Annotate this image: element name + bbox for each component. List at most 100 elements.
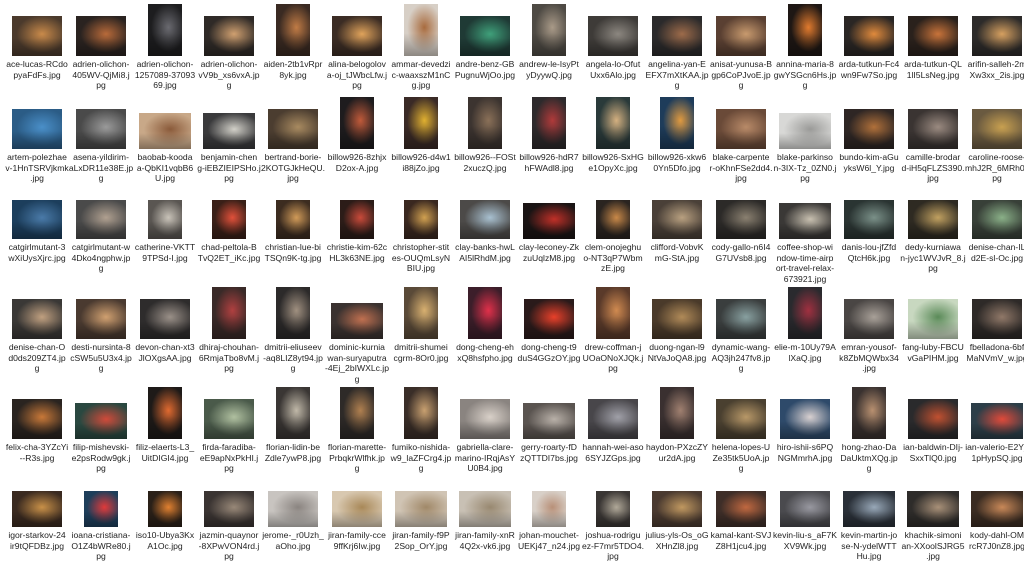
file-thumbnail[interactable] <box>75 403 127 439</box>
file-thumbnail[interactable] <box>716 200 766 239</box>
file-thumbnail[interactable] <box>779 113 831 149</box>
file-thumbnail[interactable] <box>276 4 310 56</box>
file-thumbnail[interactable] <box>972 109 1022 149</box>
file-thumbnail[interactable] <box>844 16 894 56</box>
file-thumbnail[interactable] <box>468 287 502 339</box>
file-thumbnail[interactable] <box>908 399 958 439</box>
file-thumbnail[interactable] <box>596 200 630 239</box>
file-thumbnail[interactable] <box>596 97 630 149</box>
file-thumbnail[interactable] <box>523 203 575 239</box>
file-thumbnail[interactable] <box>12 16 62 56</box>
file-thumbnail[interactable] <box>716 299 766 339</box>
file-name-label: bundo-kim-aGu yksW6l_Y.jpg <box>839 152 899 173</box>
file-thumbnail[interactable] <box>404 387 438 439</box>
file-thumbnail[interactable] <box>780 399 830 439</box>
file-thumbnail[interactable] <box>716 491 766 527</box>
file-thumbnail[interactable] <box>76 200 126 239</box>
file-thumbnail[interactable] <box>652 200 702 239</box>
file-thumbnail[interactable] <box>395 491 447 527</box>
file-thumbnail[interactable] <box>76 16 126 56</box>
file-thumbnail[interactable] <box>524 299 574 339</box>
file-thumbnail[interactable] <box>908 16 958 56</box>
file-thumbnail[interactable] <box>660 97 694 149</box>
file-name-label: ace-lucas-RCdo pyaFdFs.jpg <box>6 59 68 80</box>
file-thumbnail[interactable] <box>404 4 438 56</box>
file-thumbnail[interactable] <box>340 97 374 149</box>
file-thumbnail[interactable] <box>788 287 822 339</box>
file-thumbnail[interactable] <box>908 299 958 339</box>
file-thumbnail[interactable] <box>788 4 822 56</box>
file-thumbnail[interactable] <box>203 113 255 149</box>
file-thumbnail[interactable] <box>148 200 182 239</box>
file-thumbnail[interactable] <box>660 387 694 439</box>
file-thumbnail[interactable] <box>332 491 382 527</box>
file-thumbnail[interactable] <box>652 491 702 527</box>
file-thumbnail[interactable] <box>716 399 766 439</box>
file-thumbnail[interactable] <box>843 491 895 527</box>
file-thumbnail[interactable] <box>212 200 246 239</box>
file-thumbnail[interactable] <box>140 299 190 339</box>
file-thumbnail[interactable] <box>332 16 382 56</box>
file-thumbnail[interactable] <box>780 491 830 527</box>
file-thumbnail[interactable] <box>212 287 246 339</box>
file-thumbnail[interactable] <box>276 287 310 339</box>
file-thumbnail[interactable] <box>972 299 1022 339</box>
file-thumbnail[interactable] <box>268 109 318 149</box>
file-thumbnail[interactable] <box>12 299 62 339</box>
file-thumbnail[interactable] <box>532 97 566 149</box>
file-thumbnail[interactable] <box>12 200 62 239</box>
file-thumbnail[interactable] <box>907 491 959 527</box>
file-thumbnail[interactable] <box>404 287 438 339</box>
file-thumbnail[interactable] <box>460 399 510 439</box>
file-thumbnail[interactable] <box>532 4 566 56</box>
file-thumbnail[interactable] <box>204 16 254 56</box>
file-thumbnail[interactable] <box>148 387 182 439</box>
file-thumbnail[interactable] <box>460 200 510 239</box>
file-thumbnail[interactable] <box>276 387 310 439</box>
file-thumbnail[interactable] <box>652 16 702 56</box>
file-thumbnail[interactable] <box>12 399 62 439</box>
file-thumbnail[interactable] <box>716 16 766 56</box>
file-thumbnail[interactable] <box>404 97 438 149</box>
file-thumbnail[interactable] <box>908 109 958 149</box>
file-thumbnail[interactable] <box>844 299 894 339</box>
file-thumbnail[interactable] <box>460 16 510 56</box>
file-thumbnail[interactable] <box>468 97 502 149</box>
file-thumbnail[interactable] <box>459 491 511 527</box>
file-thumbnail[interactable] <box>139 113 191 149</box>
file-thumbnail[interactable] <box>652 299 702 339</box>
file-thumbnail[interactable] <box>971 403 1023 439</box>
file-thumbnail[interactable] <box>204 399 254 439</box>
file-thumbnail[interactable] <box>852 387 886 439</box>
file-thumbnail[interactable] <box>779 203 831 239</box>
file-thumbnail[interactable] <box>588 16 638 56</box>
file-thumbnail[interactable] <box>84 491 118 527</box>
file-thumbnail[interactable] <box>76 109 126 149</box>
file-thumbnail[interactable] <box>331 303 383 339</box>
file-thumbnail[interactable] <box>76 299 126 339</box>
file-thumbnail[interactable] <box>12 109 62 149</box>
file-thumbnail[interactable] <box>340 200 374 239</box>
file-thumbnail[interactable] <box>844 200 894 239</box>
file-thumbnail[interactable] <box>588 399 638 439</box>
file-thumbnail[interactable] <box>148 4 182 56</box>
file-thumbnail[interactable] <box>532 491 566 527</box>
file-name-label: billow926-8zhjx D2ox-A.jpg <box>327 152 387 173</box>
file-thumbnail[interactable] <box>204 491 254 527</box>
file-thumbnail[interactable] <box>596 287 630 339</box>
file-thumbnail[interactable] <box>523 403 575 439</box>
file-thumbnail[interactable] <box>908 200 958 239</box>
file-thumbnail[interactable] <box>148 491 182 527</box>
file-thumbnail[interactable] <box>844 109 894 149</box>
file-thumbnail[interactable] <box>276 200 310 239</box>
file-thumbnail[interactable] <box>596 491 630 527</box>
file-thumbnail[interactable] <box>972 200 1022 239</box>
file-thumbnail[interactable] <box>340 387 374 439</box>
file-thumbnail[interactable] <box>404 200 438 239</box>
file-thumbnail[interactable] <box>716 109 766 149</box>
file-thumbnail[interactable] <box>268 491 318 527</box>
file-thumbnail[interactable] <box>972 16 1022 56</box>
file-thumbnail[interactable] <box>12 491 62 527</box>
file-thumbnail[interactable] <box>971 491 1023 527</box>
file-name-label: kamal-kant-SVJ Z8H1jcu4.jpg <box>710 530 772 551</box>
